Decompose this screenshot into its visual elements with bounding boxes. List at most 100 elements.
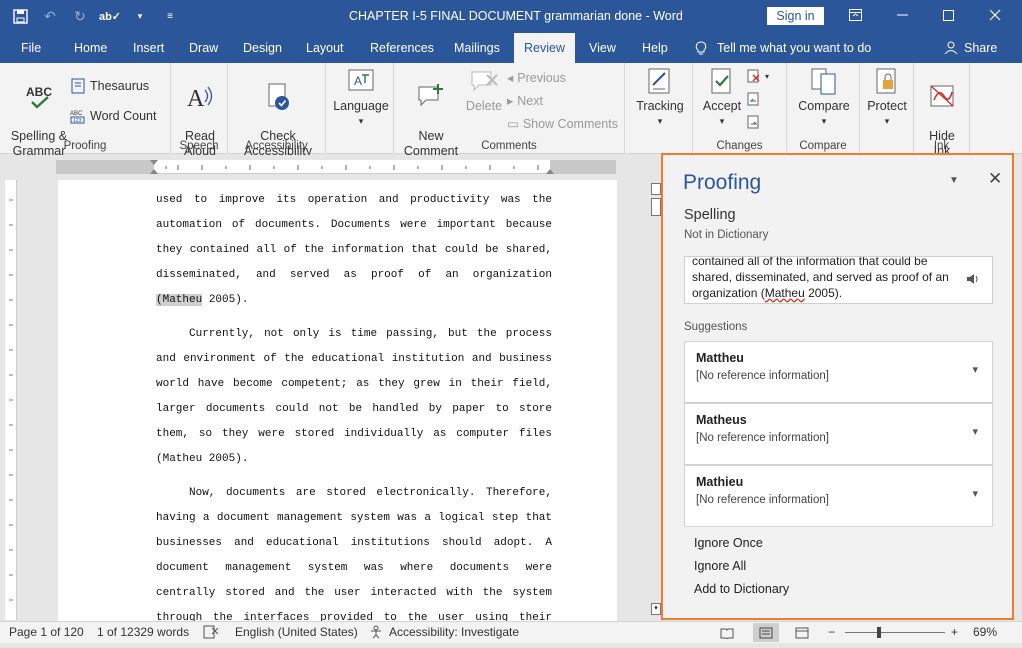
previous-change-button[interactable] <box>747 92 761 106</box>
customize-qat-icon[interactable]: ≡ <box>158 5 182 27</box>
horizontal-ruler[interactable] <box>56 160 616 174</box>
read-mode-icon[interactable] <box>714 623 740 642</box>
ink-group-label: Ink <box>933 140 950 152</box>
group-protect: Protect ▾ <box>860 63 914 154</box>
accessibility-indicator[interactable]: Accessibility: Investigate <box>389 625 519 639</box>
tab-help[interactable]: Help <box>634 33 676 63</box>
proofing-errors-icon[interactable] <box>203 625 219 642</box>
zoom-slider-thumb[interactable] <box>877 627 881 638</box>
compare-button[interactable]: Compare ▾ <box>791 67 857 129</box>
accept-button[interactable]: Accept ▾ <box>697 67 747 129</box>
suggestion-info: [No reference information] <box>696 370 829 382</box>
next-change-button[interactable] <box>747 115 761 129</box>
pane-options-icon[interactable]: ▼ <box>949 175 959 186</box>
zoom-level[interactable]: 69% <box>973 625 997 639</box>
hide-ink-icon <box>930 85 954 107</box>
ignore-once-button[interactable]: Ignore Once <box>694 536 763 550</box>
word-count-indicator[interactable]: 1 of 12329 words <box>97 625 189 639</box>
close-pane-icon[interactable]: ✕ <box>988 169 1002 189</box>
tab-draw[interactable]: Draw <box>181 33 226 63</box>
document-page[interactable]: used to improve its operation and produc… <box>58 180 617 621</box>
suggestion-item[interactable]: Mathieu [No reference information] ▾ <box>684 465 993 527</box>
share-label: Share <box>964 41 998 55</box>
group-tracking: Tracking ▾ <box>625 63 693 154</box>
thesaurus-label: Thesaurus <box>90 79 150 93</box>
word-count-icon: ABC123 <box>70 111 85 124</box>
tab-layout[interactable]: Layout <box>298 33 352 63</box>
ignore-all-button[interactable]: Ignore All <box>694 559 746 573</box>
group-proofing: ABC Spelling & Grammar Thesaurus ABC 123 … <box>0 63 171 158</box>
spelling-check-icon[interactable]: ab✓ <box>98 5 122 27</box>
sign-in-button[interactable]: Sign in <box>767 7 824 25</box>
group-ink: Hide Ink Ink <box>914 63 970 158</box>
track-changes-icon <box>648 68 670 94</box>
redo-icon[interactable]: ↻ <box>68 5 92 27</box>
tab-file[interactable]: File <box>13 33 49 63</box>
tab-view[interactable]: View <box>581 33 624 63</box>
next-label: Next <box>517 93 543 108</box>
scroll-up-icon[interactable] <box>651 183 661 195</box>
zoom-in-button[interactable]: + <box>951 625 958 639</box>
tell-me-search[interactable]: Tell me what you want to do <box>695 33 871 63</box>
section-spelling: Spelling <box>684 207 736 223</box>
language-icon: A <box>348 69 374 91</box>
share-button[interactable]: Share <box>944 33 997 63</box>
suggestion-item[interactable]: Mattheu [No reference information] ▾ <box>684 341 993 403</box>
tab-review[interactable]: Review <box>514 33 575 63</box>
word-count-button[interactable]: ABC 123 Word Count <box>70 108 156 124</box>
chevron-down-icon[interactable]: ▾ <box>128 5 152 27</box>
close-icon[interactable] <box>972 0 1018 30</box>
suggestion-item[interactable]: Matheus [No reference information] ▾ <box>684 403 993 465</box>
ribbon-display-icon[interactable] <box>832 0 878 30</box>
tracking-button[interactable]: Tracking ▾ <box>631 67 689 129</box>
show-comments-button[interactable]: ▭ Show Comments <box>507 116 618 132</box>
zoom-slider[interactable] <box>845 632 945 633</box>
chevron-down-icon[interactable]: ▾ <box>972 487 978 500</box>
tab-insert[interactable]: Insert <box>125 33 172 63</box>
language-button[interactable]: A Language ▾ <box>330 67 392 129</box>
paragraph-3: Now, documents are stored electronically… <box>156 487 552 621</box>
person-icon <box>944 41 958 55</box>
chevron-down-icon[interactable]: ▾ <box>972 425 978 438</box>
tab-references[interactable]: References <box>362 33 442 63</box>
reject-button[interactable]: ▾ <box>747 69 769 83</box>
accessibility-icon[interactable] <box>369 625 385 642</box>
comments-group-label: Comments <box>481 140 537 152</box>
chevron-down-icon[interactable]: ▾ <box>972 363 978 376</box>
tab-home[interactable]: Home <box>66 33 115 63</box>
proofing-pane: Proofing ▼ ✕ Spelling Not in Dictionary … <box>661 153 1014 620</box>
scroll-down-icon[interactable]: ▾ <box>651 603 661 615</box>
paragraph-1: used to improve its operation and produc… <box>156 188 552 313</box>
undo-icon[interactable]: ↶ <box>38 5 62 27</box>
add-to-dictionary-button[interactable]: Add to Dictionary <box>694 582 789 596</box>
language-indicator[interactable]: English (United States) <box>235 625 358 639</box>
web-layout-icon[interactable] <box>789 623 815 642</box>
show-comments-icon: ▭ <box>507 117 519 131</box>
minimize-icon[interactable] <box>879 0 925 30</box>
tab-mailings[interactable]: Mailings <box>446 33 508 63</box>
save-icon[interactable] <box>8 5 32 27</box>
delete-comment-button[interactable]: Delete <box>462 67 506 114</box>
chevron-down-icon: ▾ <box>765 71 770 81</box>
svg-text:123: 123 <box>73 118 82 124</box>
compare-icon <box>811 68 836 95</box>
next-comment-button[interactable]: ▸ Next <box>507 93 543 109</box>
thesaurus-button[interactable]: Thesaurus <box>70 78 149 94</box>
maximize-icon[interactable] <box>925 0 971 30</box>
svg-text:A: A <box>187 86 205 112</box>
page-indicator[interactable]: Page 1 of 120 <box>9 625 84 639</box>
ribbon-tabs: File Home Insert Draw Design Layout Refe… <box>0 33 1022 63</box>
print-layout-icon[interactable] <box>753 623 779 642</box>
previous-comment-button[interactable]: ◂ Previous <box>507 70 566 86</box>
chevron-down-icon: ▾ <box>884 116 890 126</box>
zoom-out-button[interactable]: − <box>828 625 835 639</box>
tab-design[interactable]: Design <box>235 33 290 63</box>
scrollbar-thumb[interactable] <box>651 198 661 216</box>
vertical-ruler[interactable] <box>5 180 17 620</box>
previous-icon: ◂ <box>507 71 514 85</box>
flagged-word[interactable]: (Matheu <box>156 294 203 306</box>
protect-button[interactable]: Protect ▾ <box>862 67 912 129</box>
group-changes: Accept ▾ ▾ Changes <box>693 63 787 154</box>
speaker-icon[interactable] <box>966 273 980 288</box>
document-body[interactable]: used to improve its operation and produc… <box>156 188 552 621</box>
